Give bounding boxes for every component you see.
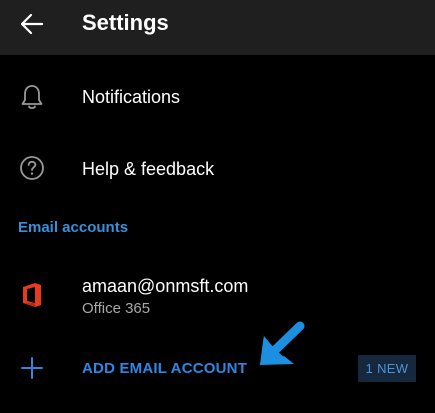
plus-icon bbox=[21, 357, 43, 379]
notifications-item[interactable]: Notifications bbox=[0, 70, 435, 126]
arrow-left-icon bbox=[20, 13, 44, 35]
office-logo-icon bbox=[23, 283, 41, 307]
account-type: Office 365 bbox=[82, 300, 151, 317]
bell-icon bbox=[21, 85, 43, 109]
notifications-label: Notifications bbox=[82, 87, 181, 107]
help-feedback-label: Help & feedback bbox=[82, 159, 215, 179]
annotation-arrow-icon bbox=[260, 321, 305, 365]
new-badge: 1 NEW bbox=[358, 355, 416, 382]
back-button[interactable] bbox=[14, 9, 50, 39]
account-email: amaan@onmsft.com bbox=[82, 276, 249, 296]
email-accounts-header: Email accounts bbox=[18, 219, 129, 236]
page-title: Settings bbox=[82, 10, 169, 35]
question-circle-icon bbox=[20, 156, 44, 180]
account-item[interactable]: amaan@onmsft.com Office 365 bbox=[0, 262, 435, 328]
settings-screen: Settings Notifications Help & feedback E… bbox=[0, 0, 435, 413]
add-email-account-label: ADD EMAIL ACCOUNT bbox=[82, 360, 248, 377]
help-feedback-item[interactable]: Help & feedback bbox=[0, 141, 435, 197]
app-bar: Settings bbox=[0, 0, 435, 55]
